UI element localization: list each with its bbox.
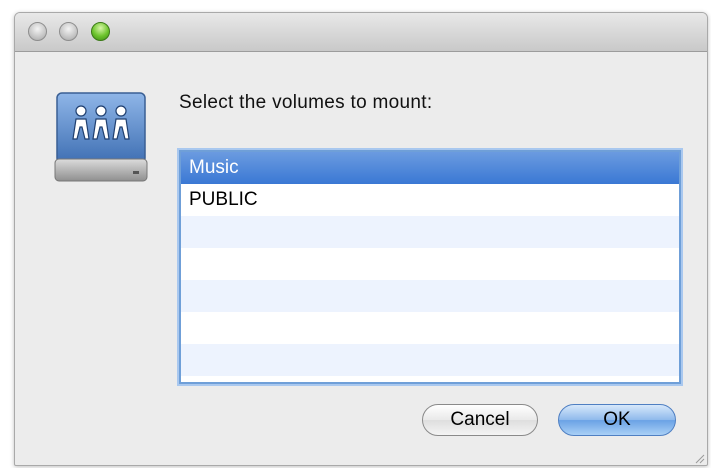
cancel-button[interactable]: Cancel (422, 404, 538, 436)
network-drive-icon (53, 89, 153, 189)
minimize-icon[interactable] (59, 22, 78, 41)
list-item-empty (181, 344, 679, 376)
list-item-music[interactable]: Music (181, 152, 679, 184)
title-bar[interactable] (15, 13, 707, 52)
list-item-empty (181, 248, 679, 280)
list-item-empty (181, 312, 679, 344)
list-item-public[interactable]: PUBLIC (181, 184, 679, 216)
list-item-empty (181, 280, 679, 312)
close-icon[interactable] (28, 22, 47, 41)
list-item-empty (181, 216, 679, 248)
mount-volumes-dialog: Select the volumes to mount: Music PUBLI… (14, 12, 708, 466)
resize-grip-icon[interactable] (693, 451, 705, 464)
volume-list[interactable]: Music PUBLIC (179, 150, 681, 384)
ok-button[interactable]: OK (558, 404, 676, 436)
zoom-icon[interactable] (91, 22, 110, 41)
dialog-prompt: Select the volumes to mount: (179, 92, 433, 113)
